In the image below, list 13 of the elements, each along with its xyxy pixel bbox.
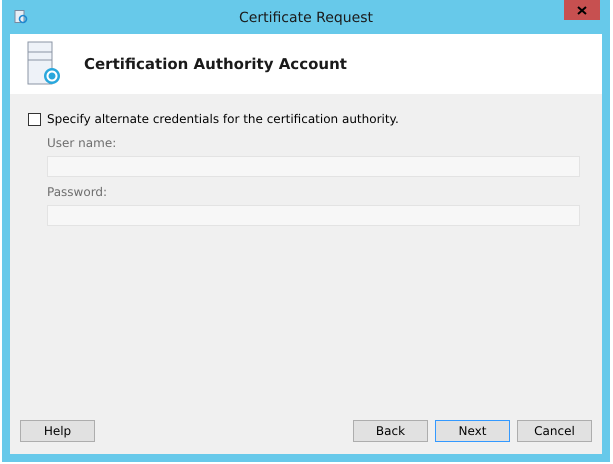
cancel-button[interactable]: Cancel bbox=[517, 420, 592, 442]
checkbox-label: Specify alternate credentials for the certification authority. bbox=[47, 111, 399, 128]
next-button[interactable]: Next bbox=[435, 420, 510, 442]
field-label: User name: bbox=[47, 135, 118, 152]
app-icon bbox=[14, 10, 28, 24]
back-button[interactable]: Back bbox=[353, 420, 428, 442]
window-title: Certificate Request bbox=[238, 8, 374, 28]
close-button[interactable] bbox=[564, 0, 600, 20]
field-label: Password: bbox=[47, 184, 108, 201]
close-icon bbox=[577, 6, 587, 14]
help-button[interactable]: Help bbox=[20, 420, 95, 442]
credentials-checkbox[interactable] bbox=[28, 112, 41, 126]
page-heading: Certification Authority Account bbox=[84, 54, 347, 75]
